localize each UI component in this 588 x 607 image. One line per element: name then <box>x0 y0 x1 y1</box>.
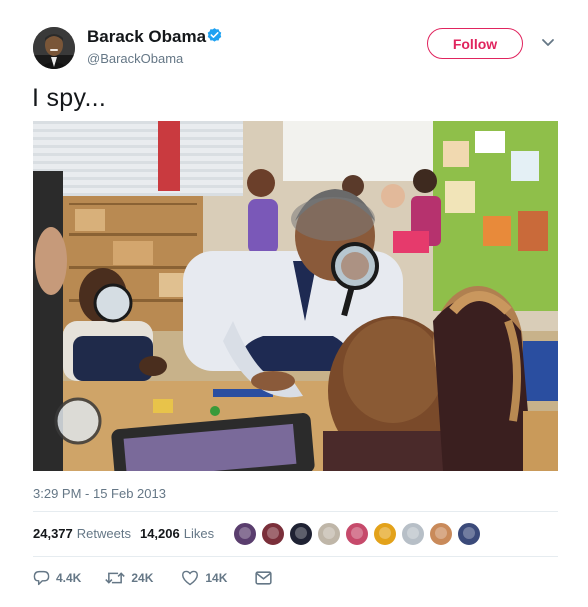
likes-label[interactable]: Likes <box>184 526 214 541</box>
retweets-label[interactable]: Retweets <box>77 526 131 541</box>
liker-avatar[interactable] <box>289 522 313 546</box>
tweet-actions: 4.4K 24K 14K <box>33 570 273 586</box>
like-button[interactable]: 14K <box>181 570 227 586</box>
liker-avatar[interactable] <box>345 522 369 546</box>
tweet-timestamp[interactable]: 3:29 PM - 15 Feb 2013 <box>33 486 166 501</box>
envelope-icon <box>255 571 273 585</box>
chevron-down-icon[interactable] <box>541 38 555 48</box>
likes-count[interactable]: 14,206 <box>140 526 180 541</box>
liker-avatar[interactable] <box>401 522 425 546</box>
liker-avatar[interactable] <box>457 522 481 546</box>
reply-icon <box>33 570 50 586</box>
liker-avatar[interactable] <box>261 522 285 546</box>
engagement-stats: 24,377 Retweets 14,206 Likes <box>33 526 214 541</box>
retweet-icon <box>105 572 126 584</box>
like-count: 14K <box>205 571 228 585</box>
divider-bottom <box>33 556 558 557</box>
liker-avatar[interactable] <box>317 522 341 546</box>
retweets-count[interactable]: 24,377 <box>33 526 73 541</box>
direct-message-button[interactable] <box>255 571 273 585</box>
classroom-photo-image <box>33 121 558 471</box>
reply-button[interactable]: 4.4K <box>33 570 81 586</box>
tweet-card: Barack Obama @BarackObama Follow I spy..… <box>0 0 588 607</box>
tweet-photo[interactable] <box>33 121 558 471</box>
liker-avatar[interactable] <box>233 522 257 546</box>
verified-badge-icon <box>207 28 222 42</box>
divider-top <box>33 511 558 512</box>
reply-count: 4.4K <box>56 571 82 585</box>
heart-icon <box>182 570 199 586</box>
avatar-image <box>33 27 75 69</box>
follow-button[interactable]: Follow <box>427 28 523 59</box>
liker-avatar[interactable] <box>429 522 453 546</box>
author-display-name[interactable]: Barack Obama <box>87 27 206 47</box>
liker-avatars <box>233 522 485 546</box>
author-avatar[interactable] <box>33 27 75 69</box>
author-handle[interactable]: @BarackObama <box>87 51 183 66</box>
tweet-text: I spy... <box>32 84 107 112</box>
liker-avatar[interactable] <box>373 522 397 546</box>
retweet-button[interactable]: 24K <box>105 570 153 586</box>
retweet-count: 24K <box>131 571 154 585</box>
